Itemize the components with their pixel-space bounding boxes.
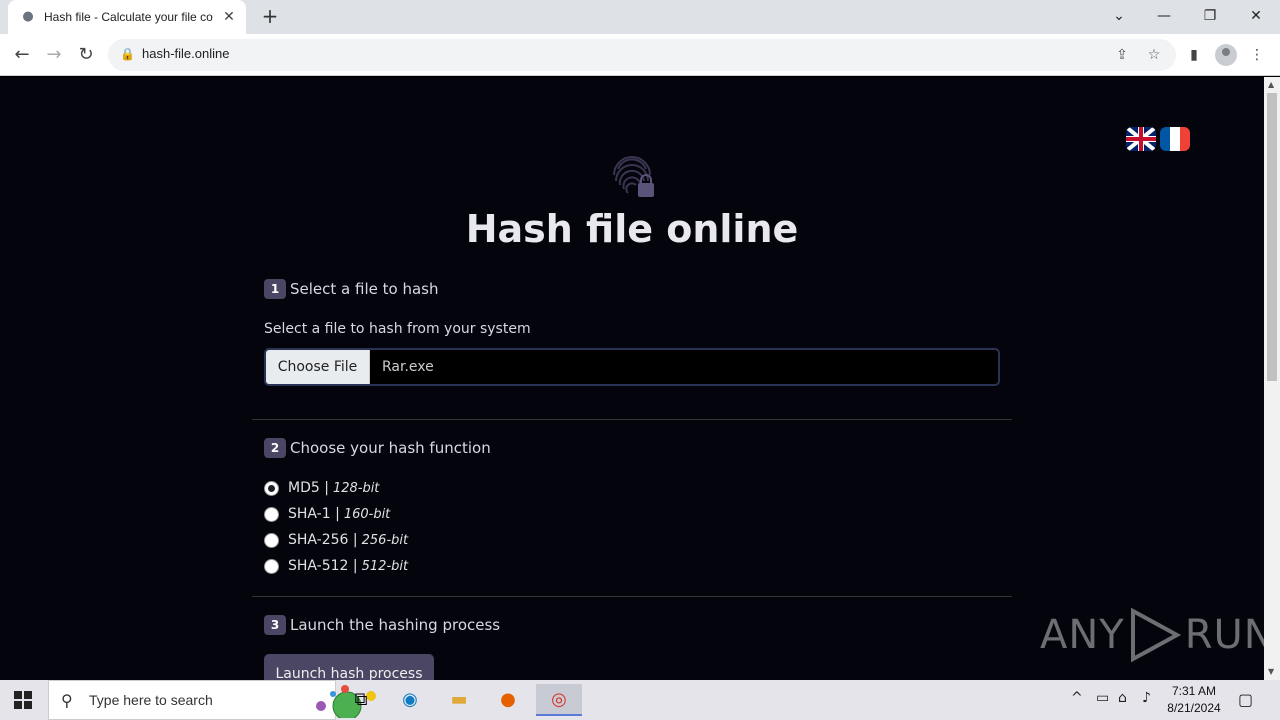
choose-file-button[interactable]: Choose File [266,350,370,384]
minimize-button[interactable]: — [1144,2,1184,30]
hash-option-sha1[interactable]: SHA-1 | 160-bit [264,506,390,522]
chrome-icon[interactable]: ◎ [536,684,582,716]
forward-arrow-icon[interactable]: → [41,42,67,68]
uk-flag-icon[interactable] [1126,127,1156,151]
section-divider [252,419,1012,420]
fingerprint-lock-logo-icon [613,156,654,197]
step-number-badge: 1 [264,279,286,299]
bookmark-star-icon[interactable]: ☆ [1144,45,1164,65]
firefox-icon[interactable]: ● [490,684,526,716]
search-icon: ⚲ [61,691,73,710]
hash-bits: 128-bit [332,480,380,496]
back-arrow-icon[interactable]: ← [9,42,35,68]
watermark-text-left: ANY [1040,612,1125,658]
close-window-button[interactable]: ✕ [1236,2,1276,30]
language-switcher [1126,127,1190,151]
taskbar-clock[interactable]: 7:31 AM 8/21/2024 [1162,683,1226,717]
radio-button[interactable] [264,558,279,574]
hash-option-sha512[interactable]: SHA-512 | 512-bit [264,558,408,574]
edge-browser-icon[interactable]: ◉ [392,684,428,716]
notification-icon[interactable]: ▢ [1238,690,1253,709]
step-label: Launch the hashing process [290,616,501,634]
restore-button[interactable]: ❐ [1190,2,1230,30]
device-icon[interactable]: ▭ [1096,690,1109,706]
section-divider [252,596,1012,597]
scroll-up-icon[interactable]: ▲ [1268,80,1274,89]
scroll-down-icon[interactable]: ▼ [1268,667,1274,676]
browser-toolbar: ← → ↻ 🔒 hash-file.online ⇪ ☆ ▮ ⋮ [0,34,1280,76]
play-triangle-icon [1130,607,1181,663]
radio-button[interactable] [264,506,279,522]
tab-title: Hash file - Calculate your file co [44,10,213,24]
menu-kebab-icon[interactable]: ⋮ [1246,44,1268,66]
network-icon[interactable]: ⌂ [1118,690,1127,706]
fingerprint-favicon-icon: ● [22,9,34,24]
page-scrollbar[interactable]: ▲ ▼ [1264,77,1280,680]
launch-hash-button[interactable]: Launch hash process [264,654,434,680]
hash-name: MD5 | [288,480,329,496]
windows-taskbar: ⚲ Type here to search ⧉ ◉ ▬ ● ◎ ^ ▭ ⌂ ♪ … [0,680,1280,720]
radio-button[interactable] [264,480,279,496]
anyrun-watermark: ANY RUN [1040,607,1264,663]
watermark-text-right: RUN [1184,612,1264,658]
step-3-header: 3 Launch the hashing process [264,615,500,635]
scroll-thumb[interactable] [1267,93,1277,381]
file-input[interactable]: Choose File Rar.exe [264,348,1000,386]
hash-name: SHA-512 | [288,558,358,574]
close-tab-icon[interactable]: ✕ [220,8,238,26]
profile-avatar-icon[interactable] [1215,44,1237,66]
page-title: Hash file online [465,207,799,251]
address-bar[interactable]: 🔒 hash-file.online ⇪ ☆ [108,39,1176,71]
side-panel-icon[interactable]: ▮ [1183,44,1205,66]
step-2-header: 2 Choose your hash function [264,438,491,458]
file-explorer-icon[interactable]: ▬ [441,684,477,716]
step-label: Select a file to hash [290,280,439,298]
url-text[interactable]: hash-file.online [142,46,229,61]
radio-button[interactable] [264,532,279,548]
hash-name: SHA-256 | [288,532,358,548]
browser-tab[interactable]: ● Hash file - Calculate your file co ✕ [8,0,246,34]
clock-date: 8/21/2024 [1167,701,1221,715]
tray-overflow-chevron-icon[interactable]: ^ [1071,690,1083,706]
file-help-text: Select a file to hash from your system [264,321,531,337]
clock-time: 7:31 AM [1171,684,1217,698]
lock-icon[interactable]: 🔒 [120,47,135,61]
hash-name: SHA-1 | [288,506,340,522]
step-label: Choose your hash function [290,439,491,457]
tab-strip: ● Hash file - Calculate your file co ✕ +… [0,0,1280,34]
reload-icon[interactable]: ↻ [73,42,99,68]
hash-option-sha256[interactable]: SHA-256 | 256-bit [264,532,408,548]
page-content: Hash file online 1 Select a file to hash… [0,77,1264,680]
task-view-icon[interactable]: ⧉ [343,684,379,716]
france-flag-icon[interactable] [1160,127,1190,151]
volume-icon[interactable]: ♪ [1142,690,1151,706]
hash-bits: 160-bit [343,506,391,522]
windows-start-icon[interactable] [14,691,32,709]
step-1-header: 1 Select a file to hash [264,279,438,299]
share-icon[interactable]: ⇪ [1112,45,1132,65]
hash-bits: 256-bit [361,532,409,548]
search-placeholder: Type here to search [89,692,213,708]
selected-file-name: Rar.exe [382,359,434,375]
taskbar-search-box[interactable]: ⚲ Type here to search [48,680,376,720]
tab-search-button[interactable]: ⌄ [1099,2,1139,30]
new-tab-button[interactable]: + [258,5,282,29]
step-number-badge: 3 [264,615,286,635]
hash-bits: 512-bit [361,558,409,574]
step-number-badge: 2 [264,438,286,458]
hash-option-md5[interactable]: MD5 | 128-bit [264,480,379,496]
